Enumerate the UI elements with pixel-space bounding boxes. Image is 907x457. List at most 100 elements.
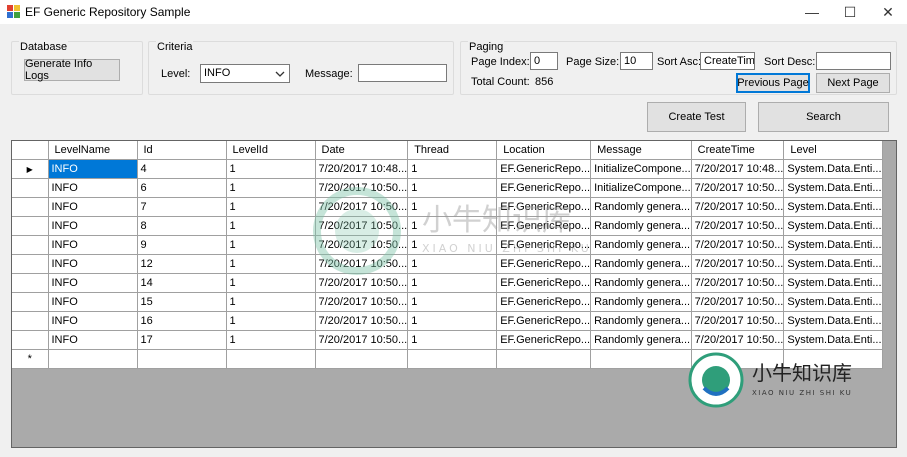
table-cell[interactable]: 7/20/2017 10:50... xyxy=(691,235,785,255)
table-cell[interactable]: EF.GenericRepo... xyxy=(496,330,592,350)
row-header[interactable] xyxy=(12,273,49,293)
row-header[interactable] xyxy=(12,311,49,331)
table-row[interactable]: INFO 6 1 7/20/2017 10:50... 1 EF.GenericRepo.… xyxy=(12,178,883,198)
new-row-cell[interactable] xyxy=(590,349,692,369)
table-cell[interactable]: 7/20/2017 10:50... xyxy=(691,254,785,274)
table-cell[interactable]: 1 xyxy=(226,178,316,198)
table-cell[interactable]: Randomly genera... xyxy=(590,235,692,255)
sort-asc-input[interactable]: CreateTime xyxy=(700,52,755,70)
table-cell[interactable]: INFO xyxy=(48,216,138,236)
table-cell[interactable]: EF.GenericRepo... xyxy=(496,254,592,274)
table-cell[interactable]: System.Data.Enti... xyxy=(783,216,883,236)
next-page-button[interactable]: Next Page xyxy=(816,73,890,93)
table-cell[interactable]: 7/20/2017 10:50... xyxy=(315,197,409,217)
column-header[interactable]: LevelName xyxy=(48,141,138,160)
table-cell[interactable]: 7/20/2017 10:50... xyxy=(315,311,409,331)
table-cell[interactable]: INFO xyxy=(48,330,138,350)
table-cell[interactable]: EF.GenericRepo... xyxy=(496,159,592,179)
table-cell[interactable]: 7/20/2017 10:50... xyxy=(691,216,785,236)
table-cell[interactable]: 1 xyxy=(226,197,316,217)
table-cell[interactable]: EF.GenericRepo... xyxy=(496,235,592,255)
new-row-cell[interactable] xyxy=(407,349,498,369)
table-cell[interactable]: Randomly genera... xyxy=(590,254,692,274)
table-cell[interactable]: System.Data.Enti... xyxy=(783,311,883,331)
table-cell[interactable]: System.Data.Enti... xyxy=(783,254,883,274)
table-cell[interactable]: 7/20/2017 10:50... xyxy=(691,292,785,312)
table-cell[interactable]: 7/20/2017 10:50... xyxy=(315,292,409,312)
table-cell[interactable]: 7/20/2017 10:50... xyxy=(691,330,785,350)
table-row[interactable]: INFO 17 1 7/20/2017 10:50... 1 EF.GenericRepo… xyxy=(12,330,883,350)
table-cell[interactable]: INFO xyxy=(48,311,138,331)
table-cell[interactable]: 7 xyxy=(137,197,227,217)
table-cell[interactable]: 17 xyxy=(137,330,227,350)
table-cell[interactable]: InitializeCompone... xyxy=(590,159,692,179)
table-cell[interactable]: 15 xyxy=(137,292,227,312)
row-header[interactable] xyxy=(12,292,49,312)
new-row-cell[interactable] xyxy=(783,349,883,369)
column-header[interactable]: LevelId xyxy=(226,141,316,160)
table-cell[interactable]: 7/20/2017 10:50... xyxy=(315,330,409,350)
column-header[interactable]: Message xyxy=(590,141,692,160)
table-cell[interactable]: INFO xyxy=(48,273,138,293)
table-cell[interactable]: 7/20/2017 10:50... xyxy=(315,273,409,293)
row-header[interactable] xyxy=(12,178,49,198)
row-header[interactable] xyxy=(12,197,49,217)
table-cell[interactable]: 1 xyxy=(407,235,498,255)
table-cell[interactable]: 1 xyxy=(407,292,498,312)
table-cell[interactable]: 1 xyxy=(226,330,316,350)
table-cell[interactable]: INFO xyxy=(48,292,138,312)
table-cell[interactable]: Randomly genera... xyxy=(590,197,692,217)
table-cell[interactable]: 12 xyxy=(137,254,227,274)
column-header[interactable]: CreateTime xyxy=(691,141,785,160)
table-cell[interactable]: System.Data.Enti... xyxy=(783,159,883,179)
new-row-cell[interactable] xyxy=(496,349,592,369)
table-cell[interactable]: EF.GenericRepo... xyxy=(496,197,592,217)
column-header[interactable]: Location xyxy=(496,141,592,160)
table-cell[interactable]: EF.GenericRepo... xyxy=(496,273,592,293)
row-header[interactable] xyxy=(12,254,49,274)
table-cell[interactable]: 7/20/2017 10:48... xyxy=(691,159,785,179)
table-cell[interactable]: INFO xyxy=(48,178,138,198)
table-cell[interactable]: 7/20/2017 10:50... xyxy=(691,273,785,293)
table-row[interactable]: ▶ INFO 4 1 7/20/2017 10:48... 1 EF.GenericRepo… xyxy=(12,159,883,179)
table-cell[interactable]: System.Data.Enti... xyxy=(783,178,883,198)
table-cell[interactable]: 9 xyxy=(137,235,227,255)
table-cell[interactable]: 1 xyxy=(407,330,498,350)
table-cell[interactable]: System.Data.Enti... xyxy=(783,292,883,312)
table-cell[interactable]: 8 xyxy=(137,216,227,236)
table-cell[interactable]: 1 xyxy=(407,197,498,217)
search-button[interactable]: Search xyxy=(758,102,889,132)
table-cell[interactable]: 7/20/2017 10:48... xyxy=(315,159,409,179)
column-header[interactable]: Thread xyxy=(407,141,498,160)
new-row[interactable]: * xyxy=(12,349,883,369)
table-cell[interactable]: Randomly genera... xyxy=(590,330,692,350)
table-row[interactable]: INFO 9 1 7/20/2017 10:50... 1 EF.GenericRepo.… xyxy=(12,235,883,255)
column-header[interactable]: Id xyxy=(137,141,227,160)
maximize-button[interactable]: ☐ xyxy=(831,0,869,24)
table-cell[interactable]: 1 xyxy=(226,292,316,312)
table-cell[interactable]: 1 xyxy=(407,273,498,293)
table-cell[interactable]: System.Data.Enti... xyxy=(783,273,883,293)
table-cell[interactable]: INFO xyxy=(48,235,138,255)
table-row[interactable]: INFO 16 1 7/20/2017 10:50... 1 EF.GenericRepo… xyxy=(12,311,883,331)
page-size-input[interactable]: 10 xyxy=(620,52,653,70)
table-cell[interactable]: 1 xyxy=(407,216,498,236)
table-cell[interactable]: System.Data.Enti... xyxy=(783,330,883,350)
new-row-cell[interactable] xyxy=(137,349,227,369)
table-cell[interactable]: Randomly genera... xyxy=(590,311,692,331)
table-cell[interactable]: 1 xyxy=(407,254,498,274)
table-cell[interactable]: Randomly genera... xyxy=(590,273,692,293)
table-cell[interactable]: 1 xyxy=(407,178,498,198)
table-cell[interactable]: 1 xyxy=(226,273,316,293)
new-row-cell[interactable] xyxy=(226,349,316,369)
table-cell[interactable]: 4 xyxy=(137,159,227,179)
table-cell[interactable]: 1 xyxy=(226,254,316,274)
table-cell[interactable]: 6 xyxy=(137,178,227,198)
table-cell[interactable]: 7/20/2017 10:50... xyxy=(691,197,785,217)
table-row[interactable]: INFO 12 1 7/20/2017 10:50... 1 EF.GenericRepo… xyxy=(12,254,883,274)
table-cell[interactable]: 1 xyxy=(407,311,498,331)
table-cell[interactable]: System.Data.Enti... xyxy=(783,235,883,255)
new-row-cell[interactable] xyxy=(315,349,409,369)
table-cell[interactable]: System.Data.Enti... xyxy=(783,197,883,217)
previous-page-button[interactable]: Previous Page xyxy=(736,73,810,93)
